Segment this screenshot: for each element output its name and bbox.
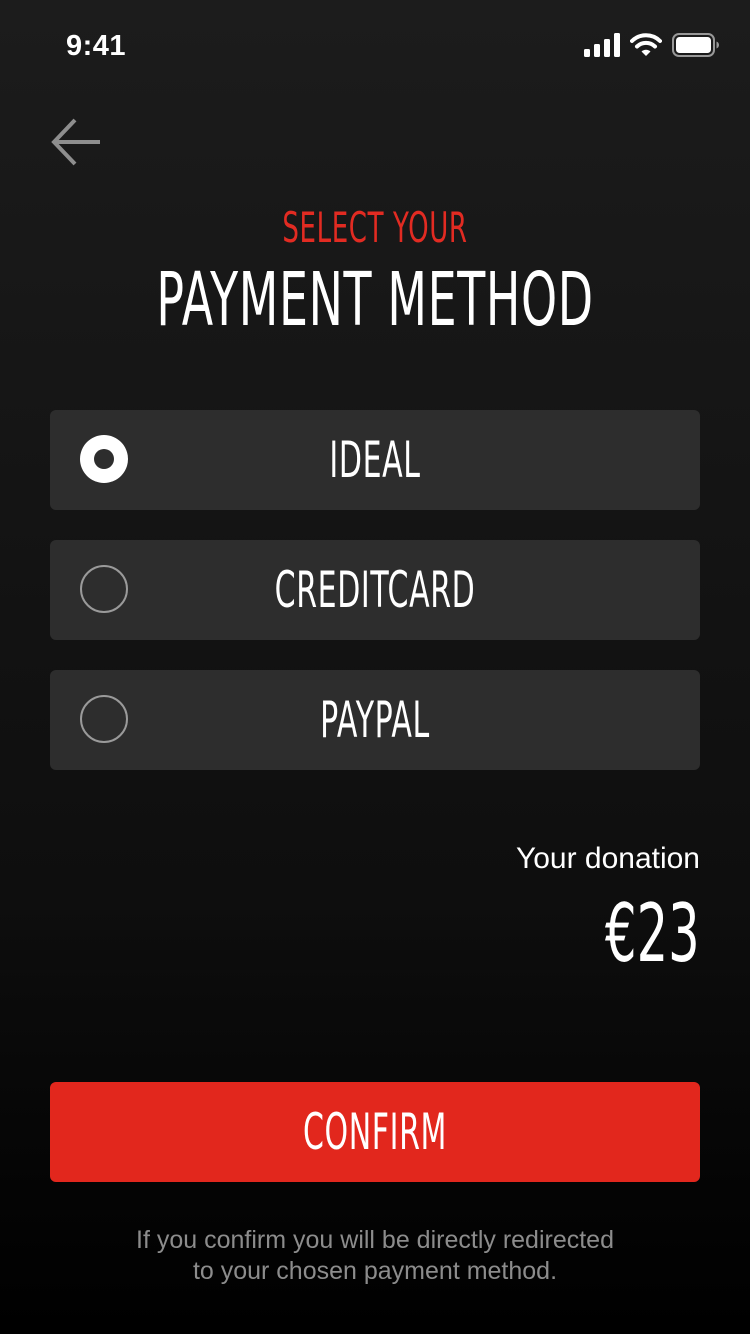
payment-option-label: IDEAL [329,431,421,489]
payment-option-paypal[interactable]: PAYPAL [50,670,700,770]
redirect-notice: If you confirm you will be directly redi… [0,1225,750,1287]
radio-unselected-icon[interactable] [80,695,128,743]
donation-label: Your donation [515,842,700,875]
confirm-button-label: CONFIRM [302,1103,448,1161]
status-bar: 9:41 [0,0,750,90]
redirect-notice-line-1: If you confirm you will be directly redi… [136,1226,614,1254]
status-time: 9:41 [66,30,127,62]
wifi-icon [630,32,662,62]
payment-option-creditcard[interactable]: CREDITCARD [50,540,700,640]
page-title: PAYMENT METHOD [156,257,594,343]
radio-unselected-icon[interactable] [80,565,128,613]
battery-icon [672,32,720,62]
heading-subtitle: SELECT YOUR [282,203,468,252]
payment-option-label: PAYPAL [320,691,430,749]
status-icons [584,32,720,62]
confirm-button[interactable]: CONFIRM [50,1082,700,1182]
signal-icon [584,32,620,62]
radio-selected-icon[interactable] [80,435,128,483]
payment-option-label: CREDITCARD [274,561,476,619]
arrow-left-icon [49,115,103,174]
back-button[interactable] [44,112,108,176]
donation-amount: €23 [605,887,700,980]
redirect-notice-line-2: to your chosen payment method. [192,1257,558,1285]
payment-option-ideal[interactable]: IDEAL [50,410,700,510]
